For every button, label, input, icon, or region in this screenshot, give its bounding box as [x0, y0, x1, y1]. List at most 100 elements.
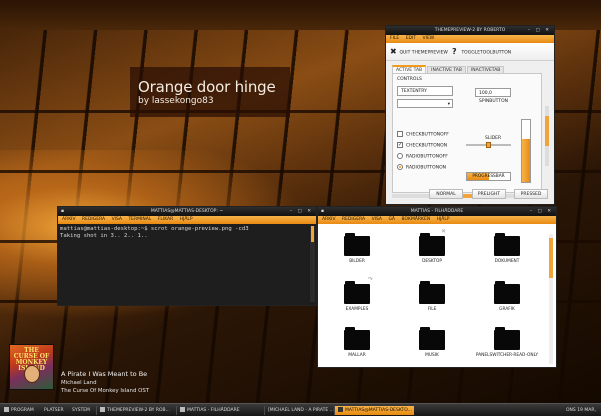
quit-themepreview-button[interactable]: ✖ QUIT THEMEPREVIEW: [390, 46, 448, 58]
toggle-toolbutton[interactable]: ? TOGGLETOOLBUTTON: [452, 46, 511, 58]
task-themepreview[interactable]: THEMEPREVIEW-2 BY ROB...: [96, 406, 174, 415]
terminal-screen[interactable]: mattias@mattias-desktop:~$ scrot orange-…: [58, 224, 308, 305]
folder-item[interactable]: GRAFIK: [472, 274, 542, 318]
vertical-slider[interactable]: [521, 119, 531, 183]
themepreview-window: THEMEPREVIEW-2 BY ROBERTO – □ ✕ FILE EDI…: [385, 25, 555, 205]
folder-item[interactable]: ✕ DESKTOP: [397, 226, 467, 270]
radio-label: RADIOBUTTONON: [406, 165, 446, 171]
distro-icon: [4, 407, 9, 412]
task-terminal[interactable]: MATTIAS@MATTIAS-DESKTO...: [334, 406, 414, 415]
window-title: MATTIAS@MATTIAS-DESKTOP: ~: [150, 209, 224, 214]
terminal-scrollbar[interactable]: [310, 226, 315, 302]
menu-bokmarken[interactable]: BOKMÄRKEN: [401, 217, 430, 222]
slider-label: SLIDER: [485, 136, 502, 141]
window-controls[interactable]: – □ ✕: [530, 207, 553, 216]
radio-circle: [397, 153, 403, 159]
menu-program-label: PROGRAM: [11, 408, 34, 413]
checkbutton-off[interactable]: CHECKBUTTONOFF: [397, 131, 449, 139]
window-controls[interactable]: – □ ✕: [290, 207, 313, 216]
menu-file[interactable]: FILE: [390, 36, 399, 41]
clock[interactable]: ONS 19 MAR,: [566, 406, 596, 415]
now-playing-album: The Curse Of Monkey Island OST: [61, 388, 150, 394]
terminal-titlebar[interactable]: ▪ MATTIAS@MATTIAS-DESKTOP: ~ – □ ✕: [58, 207, 316, 216]
window-title: MATTIAS - FILHÄDDARE: [410, 209, 464, 214]
themepreview-titlebar[interactable]: THEMEPREVIEW-2 BY ROBERTO – □ ✕: [386, 26, 554, 35]
folder-item[interactable]: DOKUMENT: [472, 226, 542, 270]
scrollbar-thumb[interactable]: [311, 226, 314, 242]
radio-label: RADIOBUTTONOFF: [406, 154, 448, 160]
question-icon: ?: [452, 47, 457, 56]
normal-button[interactable]: NORMAL: [429, 189, 463, 199]
scrollbar-thumb[interactable]: [545, 116, 549, 146]
menu-system[interactable]: SYSTEM: [72, 406, 90, 415]
menu-redigera[interactable]: REDIGERA: [82, 217, 105, 222]
album-cover: THE CURSE OF MONKEY ISLAND: [9, 344, 54, 390]
menu-flikar[interactable]: FLIKAR: [158, 217, 174, 222]
wallpaper-title-banner: Orange door hinge by lassekongo83: [130, 67, 290, 117]
menu-hjalp[interactable]: HJÄLP: [180, 217, 193, 222]
menu-hjalp[interactable]: HJÄLP: [437, 217, 450, 222]
file-manager-titlebar[interactable]: ▪ MATTIAS - FILHÄDDARE – □ ✕: [318, 207, 556, 216]
task-label: THEMEPREVIEW-2 BY ROB...: [107, 408, 170, 413]
menu-program[interactable]: PROGRAM: [4, 406, 34, 415]
menu-ga[interactable]: GÅ: [388, 217, 395, 222]
scrollbar-thumb[interactable]: [549, 238, 553, 278]
folder-label: EXAMPLES: [345, 307, 369, 312]
folder-item[interactable]: PANELSWITCHER-READ-ONLY: [472, 320, 542, 364]
folder-label: BILDER: [349, 259, 365, 264]
menu-arkiv[interactable]: ARKIV: [322, 217, 336, 222]
quit-label: QUIT THEMEPREVIEW: [399, 50, 448, 56]
folder-item[interactable]: MALLAR: [322, 320, 392, 364]
album-cover-art: [24, 365, 40, 383]
menu-arkiv[interactable]: ARKIV: [62, 217, 76, 222]
menu-terminal[interactable]: TERMINAL: [128, 217, 151, 222]
file-manager-scrollbar[interactable]: [549, 234, 553, 364]
textentry-field[interactable]: TEXTENTRY: [397, 86, 453, 96]
folder-item[interactable]: BILDER: [322, 226, 392, 270]
folder-icon: [180, 407, 185, 412]
folder-item[interactable]: FILE: [397, 274, 467, 318]
wallpaper-title: Orange door hinge: [138, 78, 276, 96]
folder-label: DESKTOP: [422, 259, 442, 264]
vertical-slider-fill: [522, 138, 530, 182]
hslider-track[interactable]: [466, 142, 511, 148]
menu-visa[interactable]: VISA: [372, 217, 382, 222]
file-manager-window: ▪ MATTIAS - FILHÄDDARE – □ ✕ ARKIV REDIG…: [317, 206, 557, 368]
folder-icon: [419, 327, 445, 350]
menu-visa[interactable]: VISA: [112, 217, 122, 222]
window-title: THEMEPREVIEW-2 BY ROBERTO: [434, 28, 506, 33]
hslider-thumb[interactable]: [486, 142, 491, 148]
vertical-scrollbar[interactable]: [545, 106, 549, 166]
pressed-button[interactable]: PRESSED: [514, 189, 548, 199]
checkbox-box: [397, 131, 403, 137]
folder-label: GRAFIK: [499, 307, 515, 312]
toggle-label: TOGGLETOOLBUTTON: [461, 50, 512, 56]
task-music-player[interactable]: [MICHAEL LAND - A PIRATE ...: [264, 406, 334, 415]
menu-platser[interactable]: PLATSER: [44, 406, 64, 415]
menu-redigera[interactable]: REDIGERA: [342, 217, 365, 222]
folder-item[interactable]: MUSIK: [397, 320, 467, 364]
task-label: [MICHAEL LAND - A PIRATE ...: [268, 408, 334, 413]
progressbar-label: PROGRESSBAR: [472, 174, 505, 179]
now-playing-title: A Pirate I Was Meant to Be: [61, 370, 148, 378]
window-menu-icon[interactable]: ▪: [321, 207, 324, 216]
menu-view[interactable]: VIEW: [423, 36, 435, 41]
window-menu-icon[interactable]: ▪: [61, 207, 64, 216]
prelight-button[interactable]: PRELIGHT: [472, 189, 506, 199]
combo-box[interactable]: ▾: [397, 99, 453, 108]
now-playing-artist: Michael Land: [61, 380, 97, 386]
radiobutton-on[interactable]: RADIOBUTTONON: [397, 164, 446, 172]
task-file-manager[interactable]: MATTIAS - FILHÄDDARE: [176, 406, 262, 415]
progressbar: PROGRESSBAR: [466, 172, 511, 181]
file-manager-menubar: ARKIV REDIGERA VISA GÅ BOKMÄRKEN HJÄLP: [318, 216, 556, 224]
window-controls[interactable]: – □ ✕: [528, 26, 551, 35]
radiobutton-off[interactable]: RADIOBUTTONOFF: [397, 153, 448, 161]
spinbutton-label: SPINBUTTON: [479, 99, 508, 104]
folder-item[interactable]: ↷ EXAMPLES: [322, 274, 392, 318]
checkbutton-on[interactable]: ✓ CHECKBUTTONON: [397, 142, 447, 150]
themepreview-toolbar: ✖ QUIT THEMEPREVIEW ? TOGGLETOOLBUTTON: [386, 43, 554, 61]
folder-label: MALLAR: [348, 353, 366, 358]
spinbutton-field[interactable]: 100,0: [475, 88, 511, 97]
radio-circle: [397, 164, 403, 170]
menu-edit[interactable]: EDIT: [406, 36, 416, 41]
